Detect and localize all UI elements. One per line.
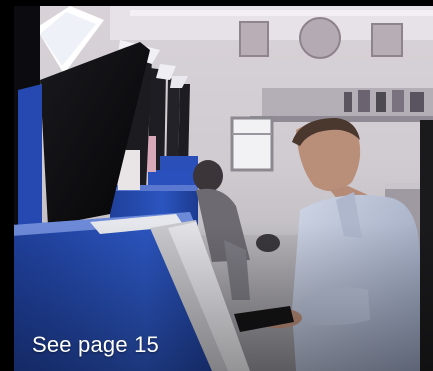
airport-kiosk-photo	[0, 0, 433, 371]
kiosk-photo-panel: See page 15	[0, 0, 433, 371]
page-reference-caption: See page 15	[32, 332, 159, 357]
